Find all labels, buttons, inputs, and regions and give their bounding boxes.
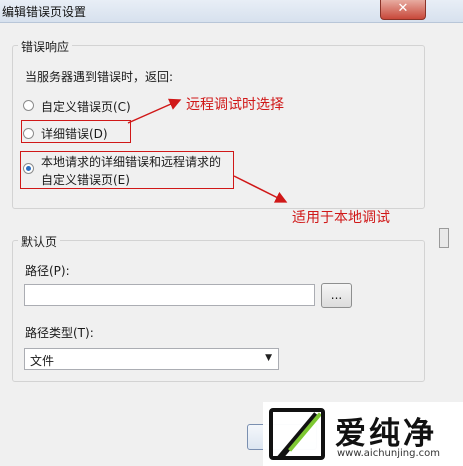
annotation-remote-text: 远程调试时选择 [186,97,284,113]
path-label: 路径(P): [25,264,70,278]
path-type-label: 路径类型(T): [25,326,94,340]
background-window-edge [439,228,449,248]
error-response-prompt: 当服务器遇到错误时，返回: [25,70,174,84]
watermark: 爱纯净 www.aichunjing.com [263,402,463,466]
annotation-box-local [20,151,234,189]
annotation-local-text: 适用于本地调试 [292,210,390,226]
watermark-url: www.aichunjing.com [337,448,440,459]
chevron-down-icon: ▼ [265,353,272,363]
path-type-value: 文件 [30,354,55,368]
path-type-select[interactable]: 文件 ▼ [24,348,279,370]
radio-custom-error[interactable] [23,100,34,111]
browse-button[interactable]: ... [321,283,352,308]
watermark-name: 爱纯净 [335,416,437,452]
close-icon: ✕ [397,1,409,16]
path-input[interactable] [24,284,315,306]
radio-custom-error-label[interactable]: 自定义错误页(C) [41,98,131,115]
default-page-legend: 默认页 [18,233,61,250]
annotation-box-detailed [21,120,131,143]
window-title: 编辑错误页设置 [2,5,87,19]
title-bar: 编辑错误页设置 ✕ [0,0,463,23]
browse-button-label: ... [330,288,343,302]
error-response-legend: 错误响应 [18,38,73,55]
watermark-logo-icon [269,408,325,460]
close-button[interactable]: ✕ [380,0,426,20]
